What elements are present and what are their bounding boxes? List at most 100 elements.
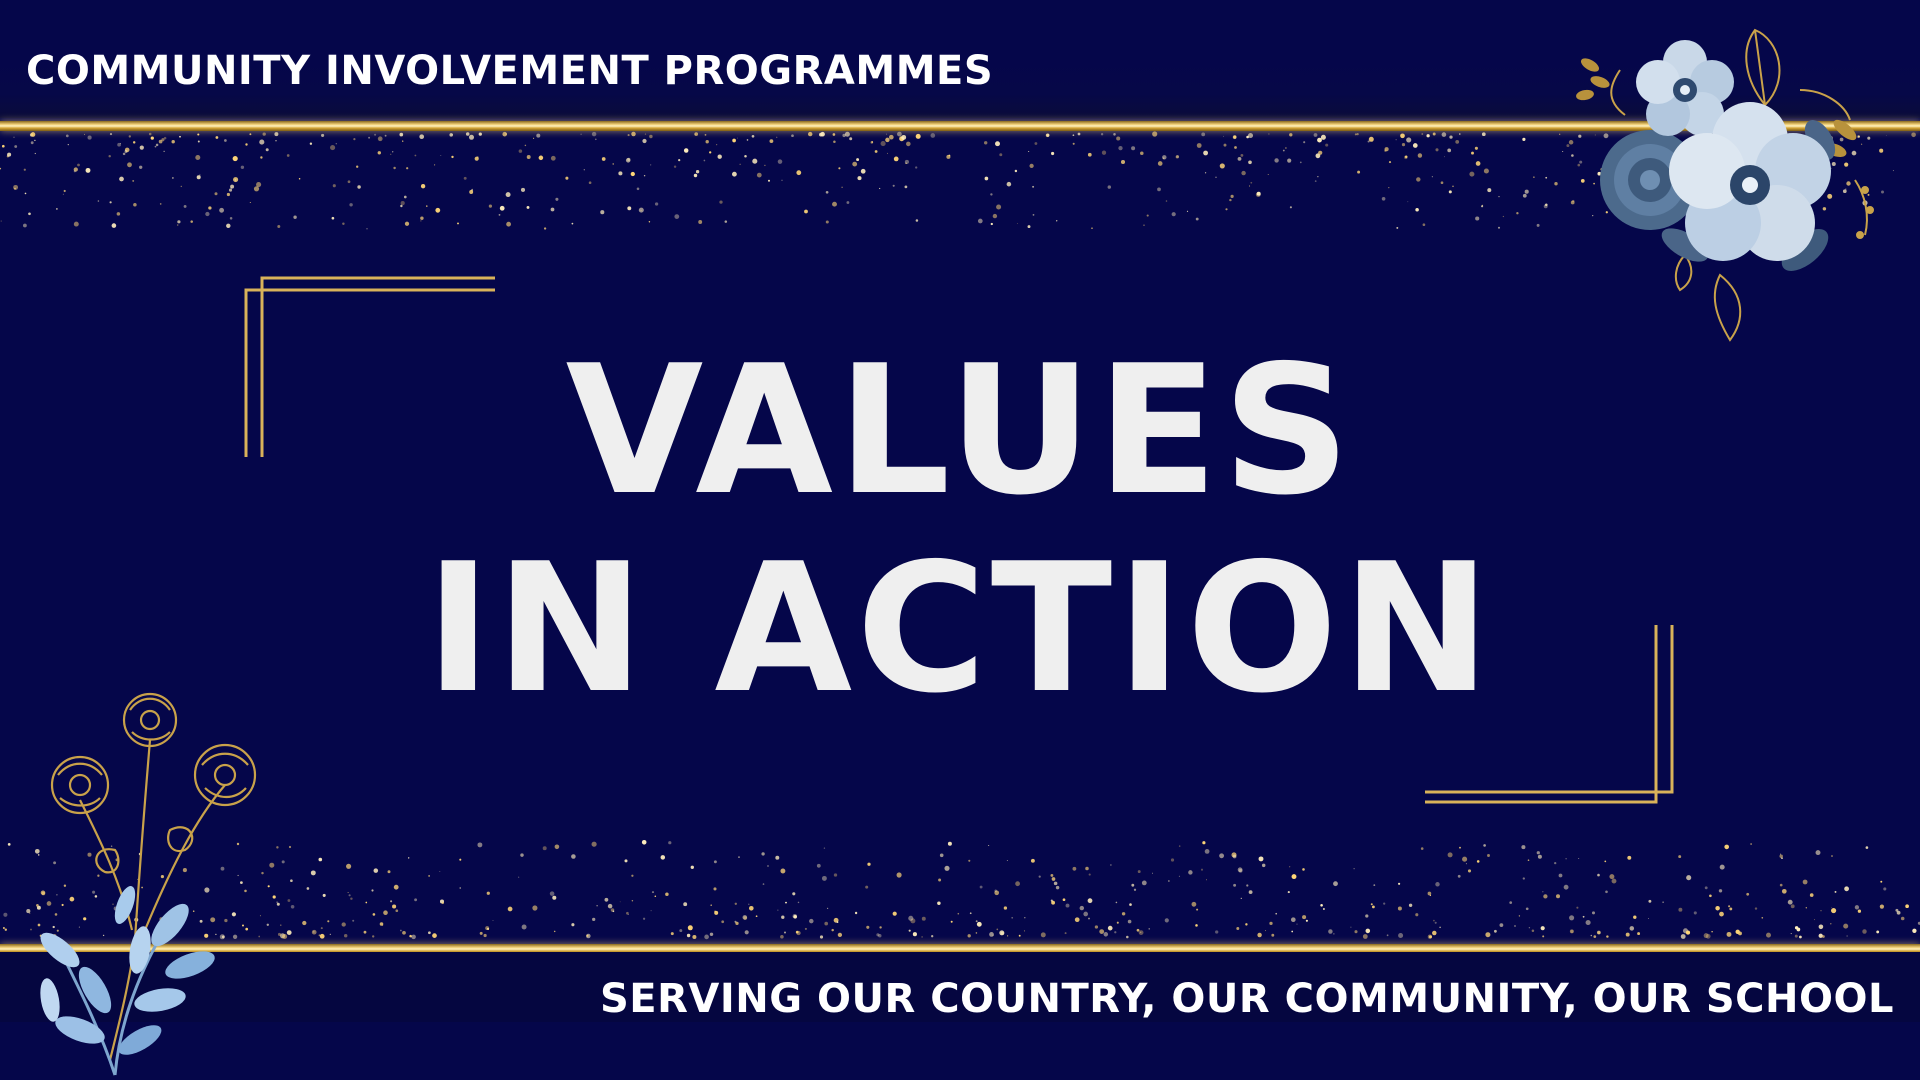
sparkle (249, 133, 252, 136)
sparkle (1285, 147, 1287, 149)
sparkle (724, 220, 728, 223)
sparkle (846, 201, 850, 204)
sparkle (600, 210, 605, 215)
sparkle (732, 171, 737, 177)
sparkle (154, 145, 157, 148)
sparkle (654, 895, 657, 898)
sparkle (208, 206, 212, 210)
sparkle (393, 166, 396, 170)
sparkle (1136, 928, 1140, 932)
sparkle (984, 141, 988, 145)
sparkle (197, 133, 200, 136)
sparkle (1565, 858, 1567, 860)
sparkle (506, 221, 511, 227)
sparkle (1427, 934, 1433, 939)
sparkle (1711, 930, 1713, 933)
sparkle (1879, 904, 1885, 909)
sparkle (1718, 889, 1723, 893)
sparkle (860, 168, 866, 174)
sparkle (347, 180, 351, 184)
sparkle (897, 131, 902, 137)
sparkle (63, 189, 66, 193)
sparkle (571, 854, 576, 859)
sparkle (1563, 884, 1569, 890)
sparkle (1794, 934, 1798, 938)
sparkle (259, 139, 265, 145)
sparkle (1880, 880, 1883, 883)
sparkle (1157, 161, 1163, 166)
sparkle (975, 920, 978, 923)
sparkle (1291, 874, 1297, 880)
sparkle (1101, 150, 1107, 155)
sparkle (1395, 139, 1397, 141)
sparkle (837, 932, 843, 938)
sparkle (1271, 933, 1275, 937)
sparkle (518, 149, 523, 153)
sparkle (1094, 925, 1099, 929)
sparkle (710, 904, 712, 906)
sparkle (347, 892, 349, 894)
sparkle (196, 175, 201, 180)
sparkle (679, 929, 683, 933)
sparkle (1240, 153, 1244, 157)
sparkle (477, 842, 483, 848)
sparkle (67, 143, 69, 146)
sparkle (944, 865, 950, 871)
sparkle (1693, 911, 1697, 915)
sparkle (1215, 930, 1219, 934)
sparkle (1055, 885, 1060, 890)
sparkle (1118, 145, 1123, 151)
sparkle (714, 910, 719, 915)
sparkle (1333, 933, 1335, 935)
sparkle (420, 216, 424, 220)
sparkle (1719, 864, 1725, 870)
sparkle (1237, 156, 1242, 161)
sparkle (825, 190, 829, 194)
sparkle (1011, 916, 1014, 919)
sparkle (486, 891, 490, 895)
sparkle (1611, 878, 1617, 884)
sparkle (1459, 846, 1461, 849)
sparkle (1152, 131, 1158, 137)
sparkle (419, 134, 425, 140)
sparkle (1911, 132, 1916, 138)
sparkle (994, 889, 997, 893)
sparkle (1593, 935, 1597, 938)
sparkle (854, 911, 858, 915)
sparkle (1637, 932, 1641, 936)
sparkle (224, 139, 227, 142)
sparkle (1462, 856, 1468, 862)
sparkle (1178, 875, 1180, 877)
sparkle (736, 137, 738, 139)
sparkle (1536, 223, 1540, 227)
sparkle (1157, 187, 1161, 192)
sparkle (1289, 206, 1292, 209)
sparkle (892, 911, 897, 916)
sparkle (703, 159, 706, 162)
sparkle (7, 152, 12, 157)
sparkle (1313, 133, 1318, 137)
sparkle (1384, 149, 1387, 152)
sparkle (1790, 933, 1792, 935)
sparkle (1062, 898, 1066, 902)
sparkle (1303, 141, 1306, 144)
sparkle (109, 133, 113, 136)
sparkle (1412, 143, 1418, 148)
sparkle (665, 892, 669, 896)
sparkle (150, 136, 154, 140)
sparkle (483, 933, 487, 938)
sparkle (865, 885, 869, 889)
sparkle (1223, 135, 1224, 137)
sparkle (591, 841, 597, 847)
sparkle (1040, 932, 1046, 938)
sparkle (1846, 935, 1848, 937)
sparkle (1268, 133, 1270, 135)
sparkle (1524, 189, 1529, 194)
sparkle (1779, 883, 1783, 887)
sparkle (0, 220, 2, 222)
sparkle (1248, 890, 1253, 895)
sparkle (896, 872, 902, 878)
sparkle (183, 204, 187, 208)
blue-flower-bouquet-icon (1576, 28, 1874, 342)
sparkle (631, 900, 634, 902)
